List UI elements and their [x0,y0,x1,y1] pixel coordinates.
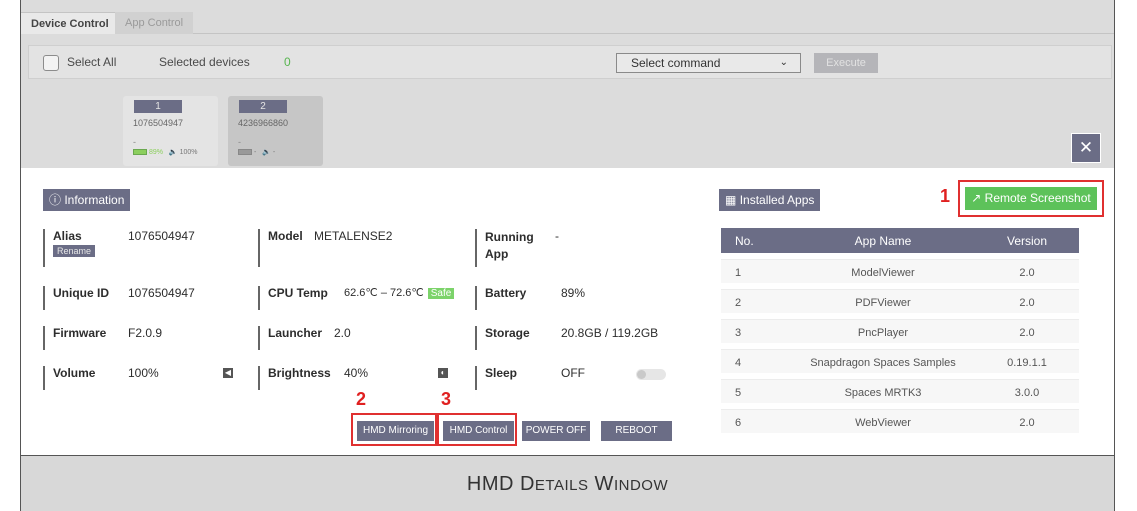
page-frame [20,0,1115,511]
